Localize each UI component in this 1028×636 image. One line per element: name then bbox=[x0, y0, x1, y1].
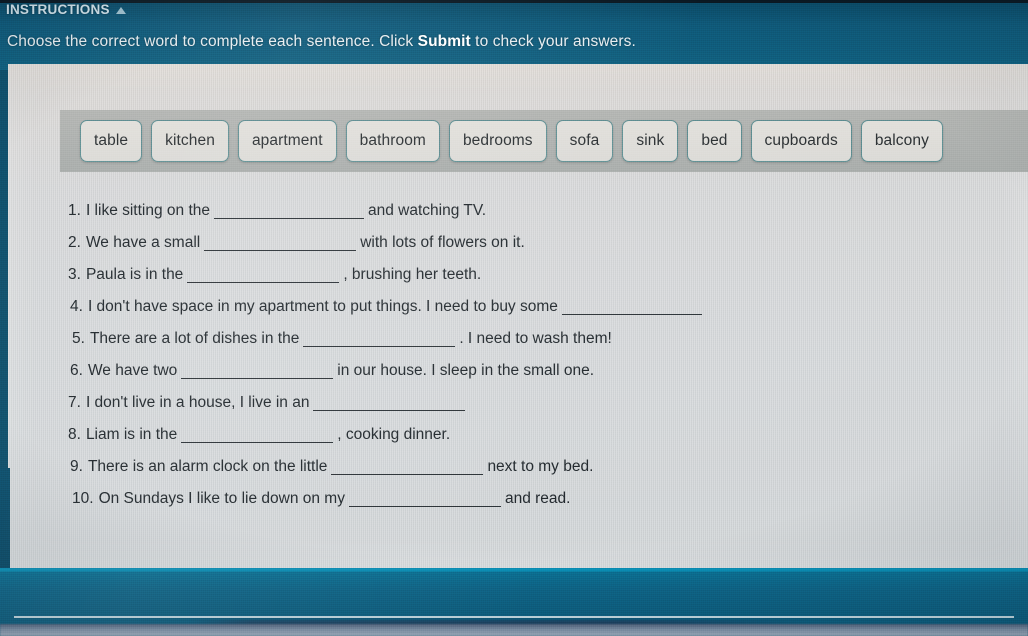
question-number: 3. bbox=[68, 266, 81, 283]
question-row: 9. There is an alarm clock on the little n… bbox=[8, 450, 1028, 482]
question-text-before: I don't have space in my apartment to pu… bbox=[87, 298, 558, 315]
footer-divider bbox=[14, 616, 1014, 618]
answer-blank-6[interactable] bbox=[181, 361, 334, 379]
answer-blank-8[interactable] bbox=[181, 425, 334, 443]
question-text-before: Paula is in the bbox=[85, 266, 184, 283]
question-row: 5. There are a lot of dishes in the . I ne… bbox=[8, 322, 1028, 354]
word-option-balcony[interactable]: balcony bbox=[860, 120, 943, 162]
instructions-label: INSTRUCTIONS bbox=[6, 2, 110, 17]
question-text-before: Liam is in the bbox=[85, 426, 178, 443]
triangle-up-icon[interactable] bbox=[115, 7, 126, 14]
word-option-bed[interactable]: bed bbox=[687, 120, 742, 162]
instructions-header: INSTRUCTIONS Choose the correct word to … bbox=[0, 0, 1028, 70]
question-text-after: with lots of flowers on it. bbox=[360, 234, 525, 251]
question-text-before: There are a lot of dishes in the bbox=[89, 330, 300, 347]
question-text-before: We have a small bbox=[85, 234, 201, 251]
word-option-apartment[interactable]: apartment bbox=[237, 120, 337, 162]
footer-bar bbox=[0, 568, 1028, 636]
question-row: 4. I don't have space in my apartment to … bbox=[8, 290, 1028, 322]
answer-blank-2[interactable] bbox=[204, 233, 357, 251]
screen-top-edge bbox=[0, 0, 1028, 3]
question-number: 2. bbox=[68, 234, 81, 251]
answer-blank-9[interactable] bbox=[331, 457, 484, 475]
question-row: 1. I like sitting on the and watching TV. bbox=[8, 194, 1028, 226]
question-number: 5. bbox=[72, 330, 85, 347]
instructions-text: Choose the correct word to complete each… bbox=[7, 33, 636, 51]
question-number: 10. bbox=[72, 490, 94, 507]
question-text-after: . I need to wash them! bbox=[459, 330, 612, 347]
word-bank: table kitchen apartment bathroom bedrooms sof… bbox=[60, 110, 1028, 172]
question-row: 7. I don't live in a house, I live in an bbox=[8, 386, 1028, 418]
screen-bezel bbox=[0, 624, 1028, 636]
question-number: 4. bbox=[70, 298, 83, 315]
question-text-after: and read. bbox=[504, 490, 571, 507]
question-number: 6. bbox=[70, 362, 83, 379]
question-text-before: On Sundays I like to lie down on my bbox=[98, 490, 345, 507]
question-text-after: in our house. I sleep in the small one. bbox=[337, 362, 595, 379]
question-text-after: , cooking dinner. bbox=[337, 426, 451, 443]
panel-left-shadow bbox=[0, 468, 10, 568]
question-text-before: I don't live in a house, I live in an bbox=[85, 394, 310, 411]
question-row: 2. We have a small with lots of flowers on… bbox=[8, 226, 1028, 258]
submit-keyword: Submit bbox=[417, 33, 471, 50]
question-number: 1. bbox=[68, 202, 81, 219]
question-text-before: We have two bbox=[87, 362, 178, 379]
word-option-sofa[interactable]: sofa bbox=[555, 120, 614, 162]
question-text-after: next to my bed. bbox=[487, 458, 594, 475]
question-number: 8. bbox=[68, 426, 81, 443]
exercise-panel: table kitchen apartment bathroom bedrooms sof… bbox=[8, 64, 1028, 568]
word-option-bedrooms[interactable]: bedrooms bbox=[448, 120, 547, 162]
answer-blank-4[interactable] bbox=[561, 297, 702, 315]
question-text-before: I like sitting on the bbox=[85, 202, 211, 219]
question-row: 6. We have two in our house. I sleep in th… bbox=[8, 354, 1028, 386]
question-text-after: , brushing her teeth. bbox=[343, 266, 482, 283]
exercise-screen: INSTRUCTIONS Choose the correct word to … bbox=[0, 0, 1028, 636]
word-option-sink[interactable]: sink bbox=[622, 120, 679, 162]
question-row: 3. Paula is in the , brushing her teeth. bbox=[8, 258, 1028, 290]
question-row: 10. On Sundays I like to lie down on my an… bbox=[8, 482, 1028, 514]
question-list: 1. I like sitting on the and watching TV. 2… bbox=[8, 194, 1028, 514]
question-number: 7. bbox=[68, 394, 81, 411]
answer-blank-1[interactable] bbox=[214, 201, 365, 219]
instructions-suffix: to check your answers. bbox=[470, 33, 636, 50]
answer-blank-10[interactable] bbox=[348, 489, 501, 507]
question-text-before: There is an alarm clock on the little bbox=[87, 458, 328, 475]
question-row: 8. Liam is in the , cooking dinner. bbox=[8, 418, 1028, 450]
word-option-kitchen[interactable]: kitchen bbox=[151, 120, 229, 162]
word-option-table[interactable]: table bbox=[80, 120, 143, 162]
question-number: 9. bbox=[70, 458, 83, 475]
instructions-prefix: Choose the correct word to complete each… bbox=[7, 33, 418, 50]
word-option-bathroom[interactable]: bathroom bbox=[345, 120, 440, 162]
answer-blank-3[interactable] bbox=[187, 265, 340, 283]
word-option-cupboards[interactable]: cupboards bbox=[750, 120, 852, 162]
answer-blank-5[interactable] bbox=[303, 329, 456, 347]
answer-blank-7[interactable] bbox=[313, 393, 466, 411]
question-text-after: and watching TV. bbox=[368, 202, 487, 219]
